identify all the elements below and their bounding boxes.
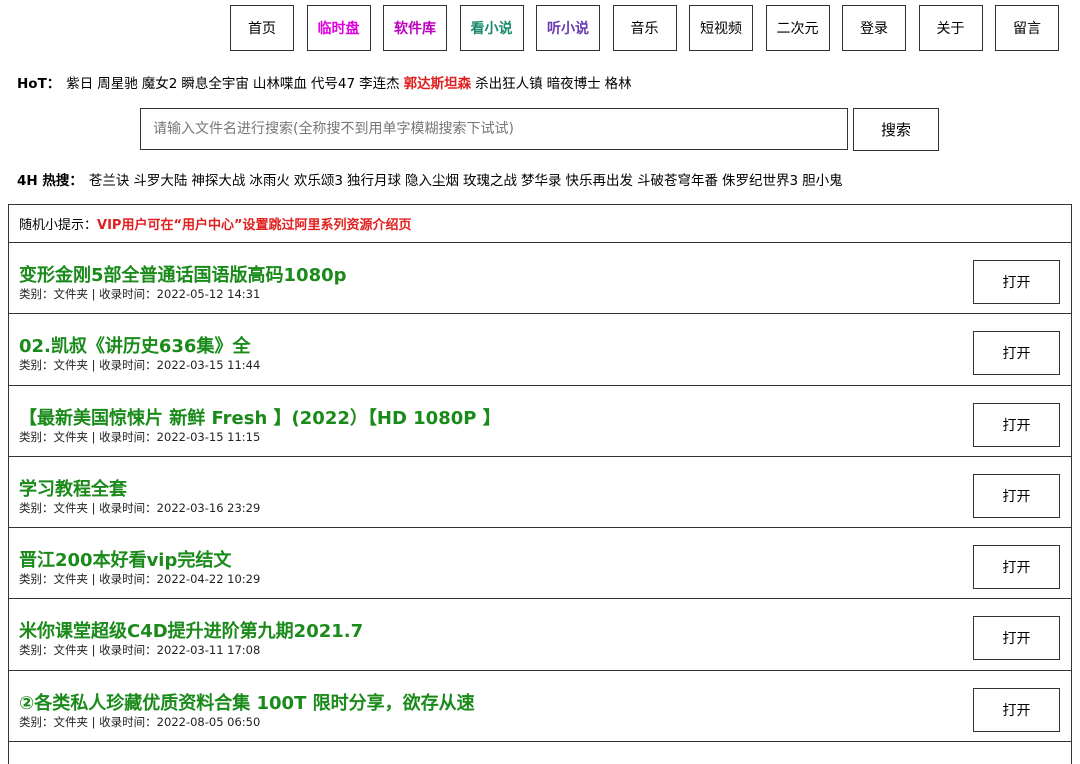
search-input[interactable]	[140, 108, 848, 150]
list-item: 【最新美国惊悚片 新鲜 Fresh 】(2022）【HD 1080P 】类别：文…	[9, 386, 1071, 457]
item-title-link[interactable]: 晋江200本好看vip完结文	[19, 546, 231, 572]
nav-button[interactable]: 看小说	[459, 5, 524, 51]
item-meta: 类别：文件夹 | 收录时间：2022-03-15 11:15	[19, 429, 261, 444]
item-title-link[interactable]: 变形金刚5部全普通话国语版高码1080p	[19, 261, 347, 287]
list-item: 晋江200本好看vip完结文 类别：文件夹 | 收录时间：2022-04-22 1…	[9, 528, 1071, 600]
list-item: 学习教程全套 类别：文件夹 | 收录时间：2022-03-16 23:29 打开	[9, 457, 1071, 529]
open-button[interactable]: 打开	[973, 545, 1060, 590]
hot-keyword-link[interactable]: 郭达斯坦森	[404, 76, 472, 92]
list-item: 02.凯叔《讲历史636集》全 类别：文件夹 | 收录时间：2022-03-15 …	[9, 314, 1071, 386]
nav-button[interactable]: 软件库	[383, 5, 447, 51]
open-button[interactable]: 打开	[973, 260, 1060, 304]
hot-keyword-link[interactable]: 杀出狂人镇	[475, 76, 543, 92]
hot4h-keywords-row: 4H 热搜： 苍兰诀 斗罗大陆 神探大战 冰雨火 欢乐颂3 独行月球 隐入尘烟 玫瑰之战 梦华录快…	[17, 169, 847, 189]
top-nav: 首页 临时盘 软件库 看小说 听小说 音乐 短视频 二次元 登录 关于 留言	[230, 5, 1072, 51]
hot4h-keyword-link[interactable]: 快乐再出发	[566, 173, 634, 189]
hot4h-keyword-link[interactable]: 独行月球	[347, 173, 401, 189]
list-item: ②各类私人珍藏优质资料合集 100T 限时分享，欲存从速 类别：文件夹 | 收录时…	[9, 671, 1071, 743]
item-meta: 类别：文件夹 | 收录时间：2022-08-05 06:50	[19, 714, 261, 729]
hot4h-keyword-link[interactable]: 玫瑰之战	[463, 173, 517, 189]
hot-keyword-link[interactable]: 魔女2	[142, 76, 178, 92]
hot-keyword-link[interactable]: 瞬息全宇宙	[181, 76, 249, 92]
random-tip: 随机小提示： VIP用户可在“用户中心”设置跳过阿里系列资源介绍页	[9, 205, 1071, 243]
nav-button[interactable]: 关于	[918, 5, 983, 51]
tip-text: VIP用户可在“用户中心”设置跳过阿里系列资源介绍页	[97, 218, 412, 233]
hot4h-keyword-link[interactable]: 冰雨火	[249, 173, 290, 189]
item-meta: 类别：文件夹 | 收录时间：2022-05-12 14:31	[19, 287, 261, 301]
item-title-link[interactable]: 【最新美国惊悚片 新鲜 Fresh 】(2022）【HD 1080P 】	[19, 404, 501, 430]
item-meta: 类别：文件夹 | 收录时间：2022-03-11 17:08	[19, 643, 261, 658]
search-button[interactable]: 搜索	[853, 108, 939, 151]
hot4h-keyword-link[interactable]: 隐入尘烟	[405, 173, 459, 189]
hot-keyword-link[interactable]: 李连杰	[359, 76, 400, 92]
hot4h-keyword-link[interactable]: 斗罗大陆	[133, 173, 187, 189]
hot4h-keyword-link[interactable]: 梦华录	[521, 173, 562, 189]
hot-keywords-row: HoT： 紫日 周星驰 魔女2 瞬息全宇宙 山林喋血 代号47 李连杰 郭达斯坦森 杀出狂人镇 暗夜…	[17, 72, 636, 92]
hot4h-keyword-link[interactable]: 胆小鬼	[802, 173, 843, 189]
nav-button[interactable]: 短视频	[689, 5, 753, 51]
hot-keyword-link[interactable]: 格林	[605, 76, 632, 92]
hot-keyword-link[interactable]: 暗夜博士	[547, 76, 601, 92]
item-title-link[interactable]: 学习教程全套	[19, 475, 127, 501]
list-item: 米你课堂超级C4D提升进阶第九期2021.7 类别：文件夹 | 收录时间：2022…	[9, 599, 1071, 671]
nav-button[interactable]: 登录	[842, 5, 906, 51]
item-meta: 类别：文件夹 | 收录时间：2022-03-16 23:29	[19, 500, 261, 515]
open-button[interactable]: 打开	[973, 402, 1060, 447]
hot4h-keyword-link[interactable]: 欢乐颂3	[294, 173, 343, 189]
hot-keyword-link[interactable]: 周星驰	[97, 76, 138, 92]
hot4h-keyword-link[interactable]: 神探大战	[191, 173, 245, 189]
hot4h-label: 4H 热搜：	[17, 173, 83, 189]
open-button[interactable]: 打开	[973, 687, 1060, 732]
hot4h-keyword-link[interactable]: 斗破苍穹年番	[637, 173, 718, 189]
item-title-link[interactable]: 02.凯叔《讲历史636集》全	[19, 332, 250, 358]
open-button[interactable]: 打开	[973, 473, 1060, 518]
nav-button[interactable]: 首页	[230, 5, 294, 51]
hot4h-keyword-link[interactable]: 侏罗纪世界3	[722, 173, 798, 189]
open-button[interactable]: 打开	[973, 616, 1060, 661]
open-button[interactable]: 打开	[973, 331, 1060, 376]
nav-button[interactable]: 二次元	[765, 5, 830, 51]
list-item: 变形金刚5部全普通话国语版高码1080p 类别：文件夹 | 收录时间：2022-0…	[9, 243, 1071, 315]
results-panel: 随机小提示： VIP用户可在“用户中心”设置跳过阿里系列资源介绍页 变形金刚5部…	[8, 204, 1072, 764]
nav-button[interactable]: 听小说	[536, 5, 600, 51]
hot-keyword-link[interactable]: 山林喋血	[253, 76, 307, 92]
item-meta: 类别：文件夹 | 收录时间：2022-03-15 11:44	[19, 358, 261, 373]
nav-button[interactable]: 留言	[995, 5, 1059, 51]
hot-keyword-link[interactable]: 紫日	[66, 76, 93, 92]
nav-button[interactable]: 音乐	[612, 5, 677, 51]
item-meta: 类别：文件夹 | 收录时间：2022-04-22 10:29	[19, 572, 261, 587]
hot-label: HoT：	[17, 76, 61, 92]
tip-label: 随机小提示：	[19, 218, 98, 233]
item-title-link[interactable]: ②各类私人珍藏优质资料合集 100T 限时分享，欲存从速	[19, 689, 475, 715]
hot4h-keyword-link[interactable]: 苍兰诀	[89, 173, 130, 189]
nav-button[interactable]: 临时盘	[306, 5, 371, 51]
item-title-link[interactable]: 米你课堂超级C4D提升进阶第九期2021.7	[19, 617, 363, 643]
hot-keyword-link[interactable]: 代号47	[311, 76, 355, 92]
